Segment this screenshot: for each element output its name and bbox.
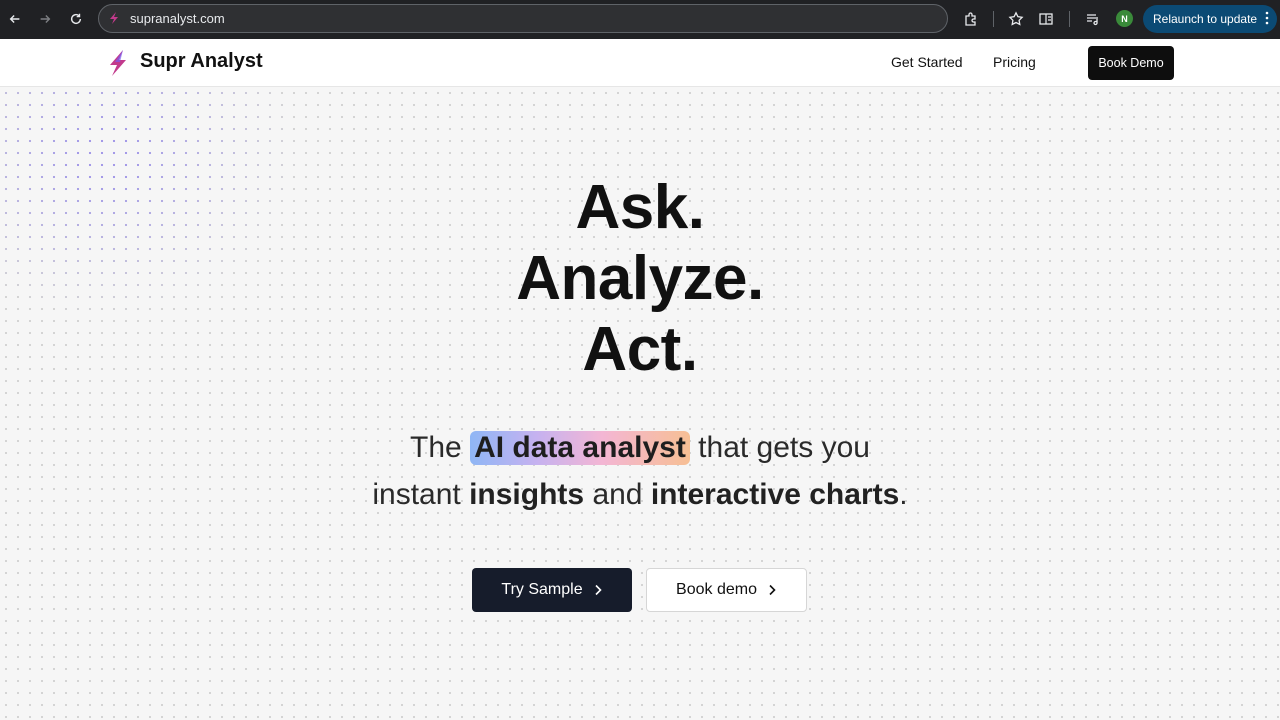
reading-mode-icon[interactable] [1037,10,1055,28]
subtitle-line-1: The AI data analyst that gets you [0,431,1280,465]
relaunch-button[interactable]: Relaunch to update [1143,5,1277,33]
subtitle-gets-you: that gets you [698,431,870,464]
toolbar-divider [993,11,994,27]
reload-icon[interactable] [65,8,87,30]
subtitle-insights: insights [469,478,585,511]
book-demo-header-button[interactable]: Book Demo [1088,46,1174,80]
browser-toolbar: supranalyst.com N Relaunch to update [0,0,1280,39]
back-icon[interactable] [4,8,26,30]
more-options-icon[interactable] [1265,11,1269,25]
chevron-right-icon [769,584,776,596]
url-text: supranalyst.com [130,11,225,26]
page-viewport: Supr Analyst Get Started Pricing Book De… [0,39,1280,720]
subtitle-the: The [410,431,462,464]
book-demo-button[interactable]: Book demo [646,568,807,612]
address-bar[interactable]: supranalyst.com [98,4,948,33]
profile-avatar[interactable]: N [1116,10,1133,27]
book-demo-label: Book demo [676,581,757,598]
headline-act: Act. [582,315,698,384]
highlight-ai-data-analyst: AI data analyst [470,431,690,465]
media-queue-icon[interactable] [1084,10,1102,28]
subtitle-line-2: instant insights and interactive charts. [0,478,1280,512]
extensions-icon[interactable] [962,10,980,28]
try-sample-button[interactable]: Try Sample [472,568,632,612]
subtitle-interactive-charts: interactive charts [650,478,900,511]
bookmark-star-icon[interactable] [1007,10,1025,28]
site-favicon-icon [110,12,118,24]
relaunch-label: Relaunch to update [1153,12,1258,26]
subtitle-period: . [899,478,908,511]
site-header: Supr Analyst Get Started Pricing Book De… [0,39,1280,87]
subtitle-and: and [592,478,643,511]
brand-name[interactable]: Supr Analyst [140,50,263,73]
lightning-logo-icon[interactable] [106,49,130,77]
nav-pricing[interactable]: Pricing [993,54,1036,70]
headline-analyze: Analyze. [516,244,764,313]
headline-ask: Ask. [575,173,705,242]
forward-icon[interactable] [34,8,56,30]
chevron-right-icon [595,584,602,596]
toolbar-divider [1069,11,1070,27]
try-sample-label: Try Sample [501,581,583,598]
subtitle-instant: instant [372,478,461,511]
nav-get-started[interactable]: Get Started [891,54,963,70]
